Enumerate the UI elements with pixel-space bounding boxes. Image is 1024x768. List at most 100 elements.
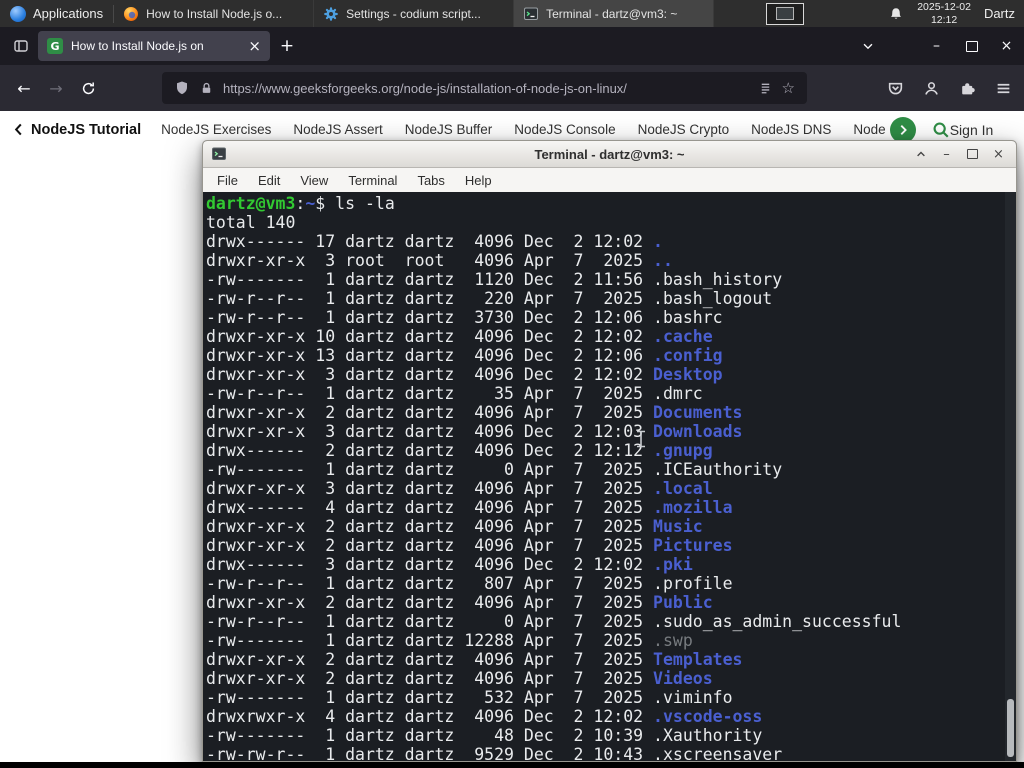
terminal-line: drwx------ 2 dartz dartz 4096 Dec 2 12:1… xyxy=(206,441,713,460)
applications-menu[interactable]: Applications xyxy=(0,0,113,27)
terminal-line: -rw------- 1 dartz dartz 48 Dec 2 10:39 … xyxy=(206,726,763,745)
terminal-maximize-button[interactable] xyxy=(963,145,982,164)
site-search-button[interactable] xyxy=(932,121,950,139)
account-icon[interactable] xyxy=(923,80,940,97)
chevron-left-icon xyxy=(14,123,22,136)
search-icon xyxy=(933,122,949,138)
menu-view[interactable]: View xyxy=(290,171,338,190)
terminal-line: dartz@vm3:~$ ls -la xyxy=(206,194,395,213)
site-nav-link[interactable]: NodeJS Buffer xyxy=(405,122,493,137)
menu-hamburger-icon[interactable] xyxy=(995,80,1012,97)
firefox-icon xyxy=(124,6,139,21)
chevron-up-icon xyxy=(916,151,925,157)
terminal-line: -rw-r--r-- 1 dartz dartz 35 Apr 7 2025 .… xyxy=(206,384,703,403)
site-nav-back-link[interactable]: NodeJS Tutorial xyxy=(12,122,141,138)
terminal-line: drwxr-xr-x 3 dartz dartz 4096 Dec 2 12:0… xyxy=(206,365,723,384)
terminal-line: drwxr-xr-x 2 dartz dartz 4096 Apr 7 2025… xyxy=(206,403,743,422)
terminal-minimize-button[interactable]: – xyxy=(937,145,956,164)
new-tab-button[interactable]: + xyxy=(274,33,300,59)
applications-label: Applications xyxy=(33,6,104,21)
workspace-pager[interactable] xyxy=(766,2,805,25)
terminal-line: -rw-r--r-- 1 dartz dartz 220 Apr 7 2025 … xyxy=(206,289,773,308)
terminal-window-controls: – × xyxy=(911,145,1008,164)
site-nav-link[interactable]: NodeJS Crypto xyxy=(638,122,730,137)
url-text: https://www.geeksforgeeks.org/node-js/in… xyxy=(223,80,627,96)
site-nav-link[interactable]: Node xyxy=(853,122,885,137)
terminal-output[interactable]: dartz@vm3:~$ ls -la total 140 drwx------ 1… xyxy=(203,192,1016,761)
terminal-body: dartz@vm3:~$ ls -la total 140 drwx------ 1… xyxy=(203,192,1016,761)
scrollbar-thumb[interactable] xyxy=(1007,699,1014,757)
terminal-line: drwxr-xr-x 2 dartz dartz 4096 Apr 7 2025… xyxy=(206,650,743,669)
taskbar-item-terminal[interactable]: Terminal - dartz@vm3: ~ xyxy=(514,0,715,27)
terminal-line: drwxr-xr-x 10 dartz dartz 4096 Dec 2 12:… xyxy=(206,327,713,346)
terminal-close-button[interactable]: × xyxy=(989,145,1008,164)
settings-gear-icon xyxy=(324,6,338,21)
terminal-line: drwx------ 17 dartz dartz 4096 Dec 2 12:… xyxy=(206,232,663,251)
site-nav-links: NodeJS Exercises NodeJS Assert NodeJS Bu… xyxy=(161,122,886,137)
browser-tab[interactable]: G How to Install Node.js on × xyxy=(38,31,270,61)
site-nav-back-label: NodeJS Tutorial xyxy=(31,121,142,138)
maximize-icon xyxy=(965,40,978,52)
taskbar-item-label: How to Install Node.js o... xyxy=(146,6,283,21)
forward-button[interactable]: → xyxy=(40,72,72,104)
site-nav-link[interactable]: NodeJS DNS xyxy=(751,122,831,137)
notification-bell-icon[interactable] xyxy=(888,6,904,22)
sign-in-button[interactable]: Sign In xyxy=(950,122,1022,138)
pocket-icon[interactable] xyxy=(887,80,904,97)
firefox-view-button[interactable] xyxy=(6,31,36,61)
menu-help[interactable]: Help xyxy=(455,171,502,190)
site-nav-link[interactable]: NodeJS Console xyxy=(514,122,615,137)
bookmark-star-icon[interactable]: ☆ xyxy=(782,79,795,97)
menu-tabs[interactable]: Tabs xyxy=(407,171,454,190)
reader-view-icon[interactable] xyxy=(758,81,773,96)
site-nav-link[interactable]: NodeJS Assert xyxy=(293,122,382,137)
terminal-line: drwxr-xr-x 2 dartz dartz 4096 Apr 7 2025… xyxy=(206,669,713,688)
terminal-line: drwxr-xr-x 2 dartz dartz 4096 Apr 7 2025… xyxy=(206,517,703,536)
tab-title: How to Install Node.js on xyxy=(71,39,204,53)
list-all-tabs-button[interactable] xyxy=(853,31,883,61)
panel-clock[interactable]: 2025-12-02 12:12 xyxy=(917,1,971,26)
terminal-line: -rw------- 1 dartz dartz 532 Apr 7 2025 … xyxy=(206,688,733,707)
terminal-titlebar[interactable]: Terminal - dartz@vm3: ~ – × xyxy=(203,141,1016,168)
terminal-menubar: File Edit View Terminal Tabs Help xyxy=(203,168,1016,193)
back-button[interactable]: ← xyxy=(8,72,40,104)
terminal-scrollbar[interactable] xyxy=(1005,192,1016,761)
terminal-line: -rw------- 1 dartz dartz 12288 Apr 7 202… xyxy=(206,631,693,650)
taskbar-item-settings[interactable]: Settings - codium script... xyxy=(314,0,515,27)
terminal-line: drwxr-xr-x 3 dartz dartz 4096 Dec 2 12:0… xyxy=(206,422,743,441)
reload-icon xyxy=(82,82,94,94)
window-minimize-button[interactable]: – xyxy=(919,27,954,65)
lock-icon[interactable] xyxy=(199,81,214,96)
svg-text:G: G xyxy=(50,40,59,53)
menu-terminal[interactable]: Terminal xyxy=(338,171,407,190)
site-nav-link[interactable]: NodeJS Exercises xyxy=(161,122,271,137)
terminal-line: drwxr-xr-x 13 dartz dartz 4096 Dec 2 12:… xyxy=(206,346,723,365)
menu-edit[interactable]: Edit xyxy=(248,171,290,190)
maximize-icon xyxy=(967,149,978,159)
terminal-line: drwxrwxr-x 4 dartz dartz 4096 Dec 2 12:0… xyxy=(206,707,763,726)
tracking-protection-shield-icon[interactable] xyxy=(174,80,190,96)
reload-button[interactable] xyxy=(72,72,104,104)
applications-icon xyxy=(10,5,26,22)
pager-window-thumbnail xyxy=(776,7,795,20)
tab-close-button[interactable]: × xyxy=(248,37,261,55)
terminal-line: drwxr-xr-x 2 dartz dartz 4096 Apr 7 2025… xyxy=(206,593,713,612)
terminal-window: Terminal - dartz@vm3: ~ – × File Edit Vi… xyxy=(202,140,1017,762)
tab-bar: G How to Install Node.js on × + – × xyxy=(0,27,1024,65)
site-nav-scroll-right-button[interactable] xyxy=(889,116,916,143)
menu-file[interactable]: File xyxy=(207,171,248,190)
taskbar-item-firefox[interactable]: How to Install Node.js o... xyxy=(114,0,315,27)
user-menu[interactable]: Dartz xyxy=(984,6,1015,21)
url-bar[interactable]: https://www.geeksforgeeks.org/node-js/in… xyxy=(162,72,807,104)
extensions-puzzle-icon[interactable] xyxy=(959,80,976,97)
navigation-toolbar: ← → https://www.geeksforgeeks.org/node-j… xyxy=(0,65,1024,111)
terminal-shade-button[interactable] xyxy=(911,145,930,164)
panel-tray: 2025-12-02 12:12 Dartz xyxy=(888,1,1024,26)
window-close-button[interactable]: × xyxy=(989,27,1024,65)
terminal-line: total 140 xyxy=(206,213,296,232)
window-maximize-button[interactable] xyxy=(954,27,989,65)
terminal-line: -rw------- 1 dartz dartz 0 Apr 7 2025 .I… xyxy=(206,460,783,479)
clock-time: 12:12 xyxy=(930,13,958,26)
terminal-line: drwxr-xr-x 2 dartz dartz 4096 Apr 7 2025… xyxy=(206,536,733,555)
terminal-window-title: Terminal - dartz@vm3: ~ xyxy=(534,146,685,162)
